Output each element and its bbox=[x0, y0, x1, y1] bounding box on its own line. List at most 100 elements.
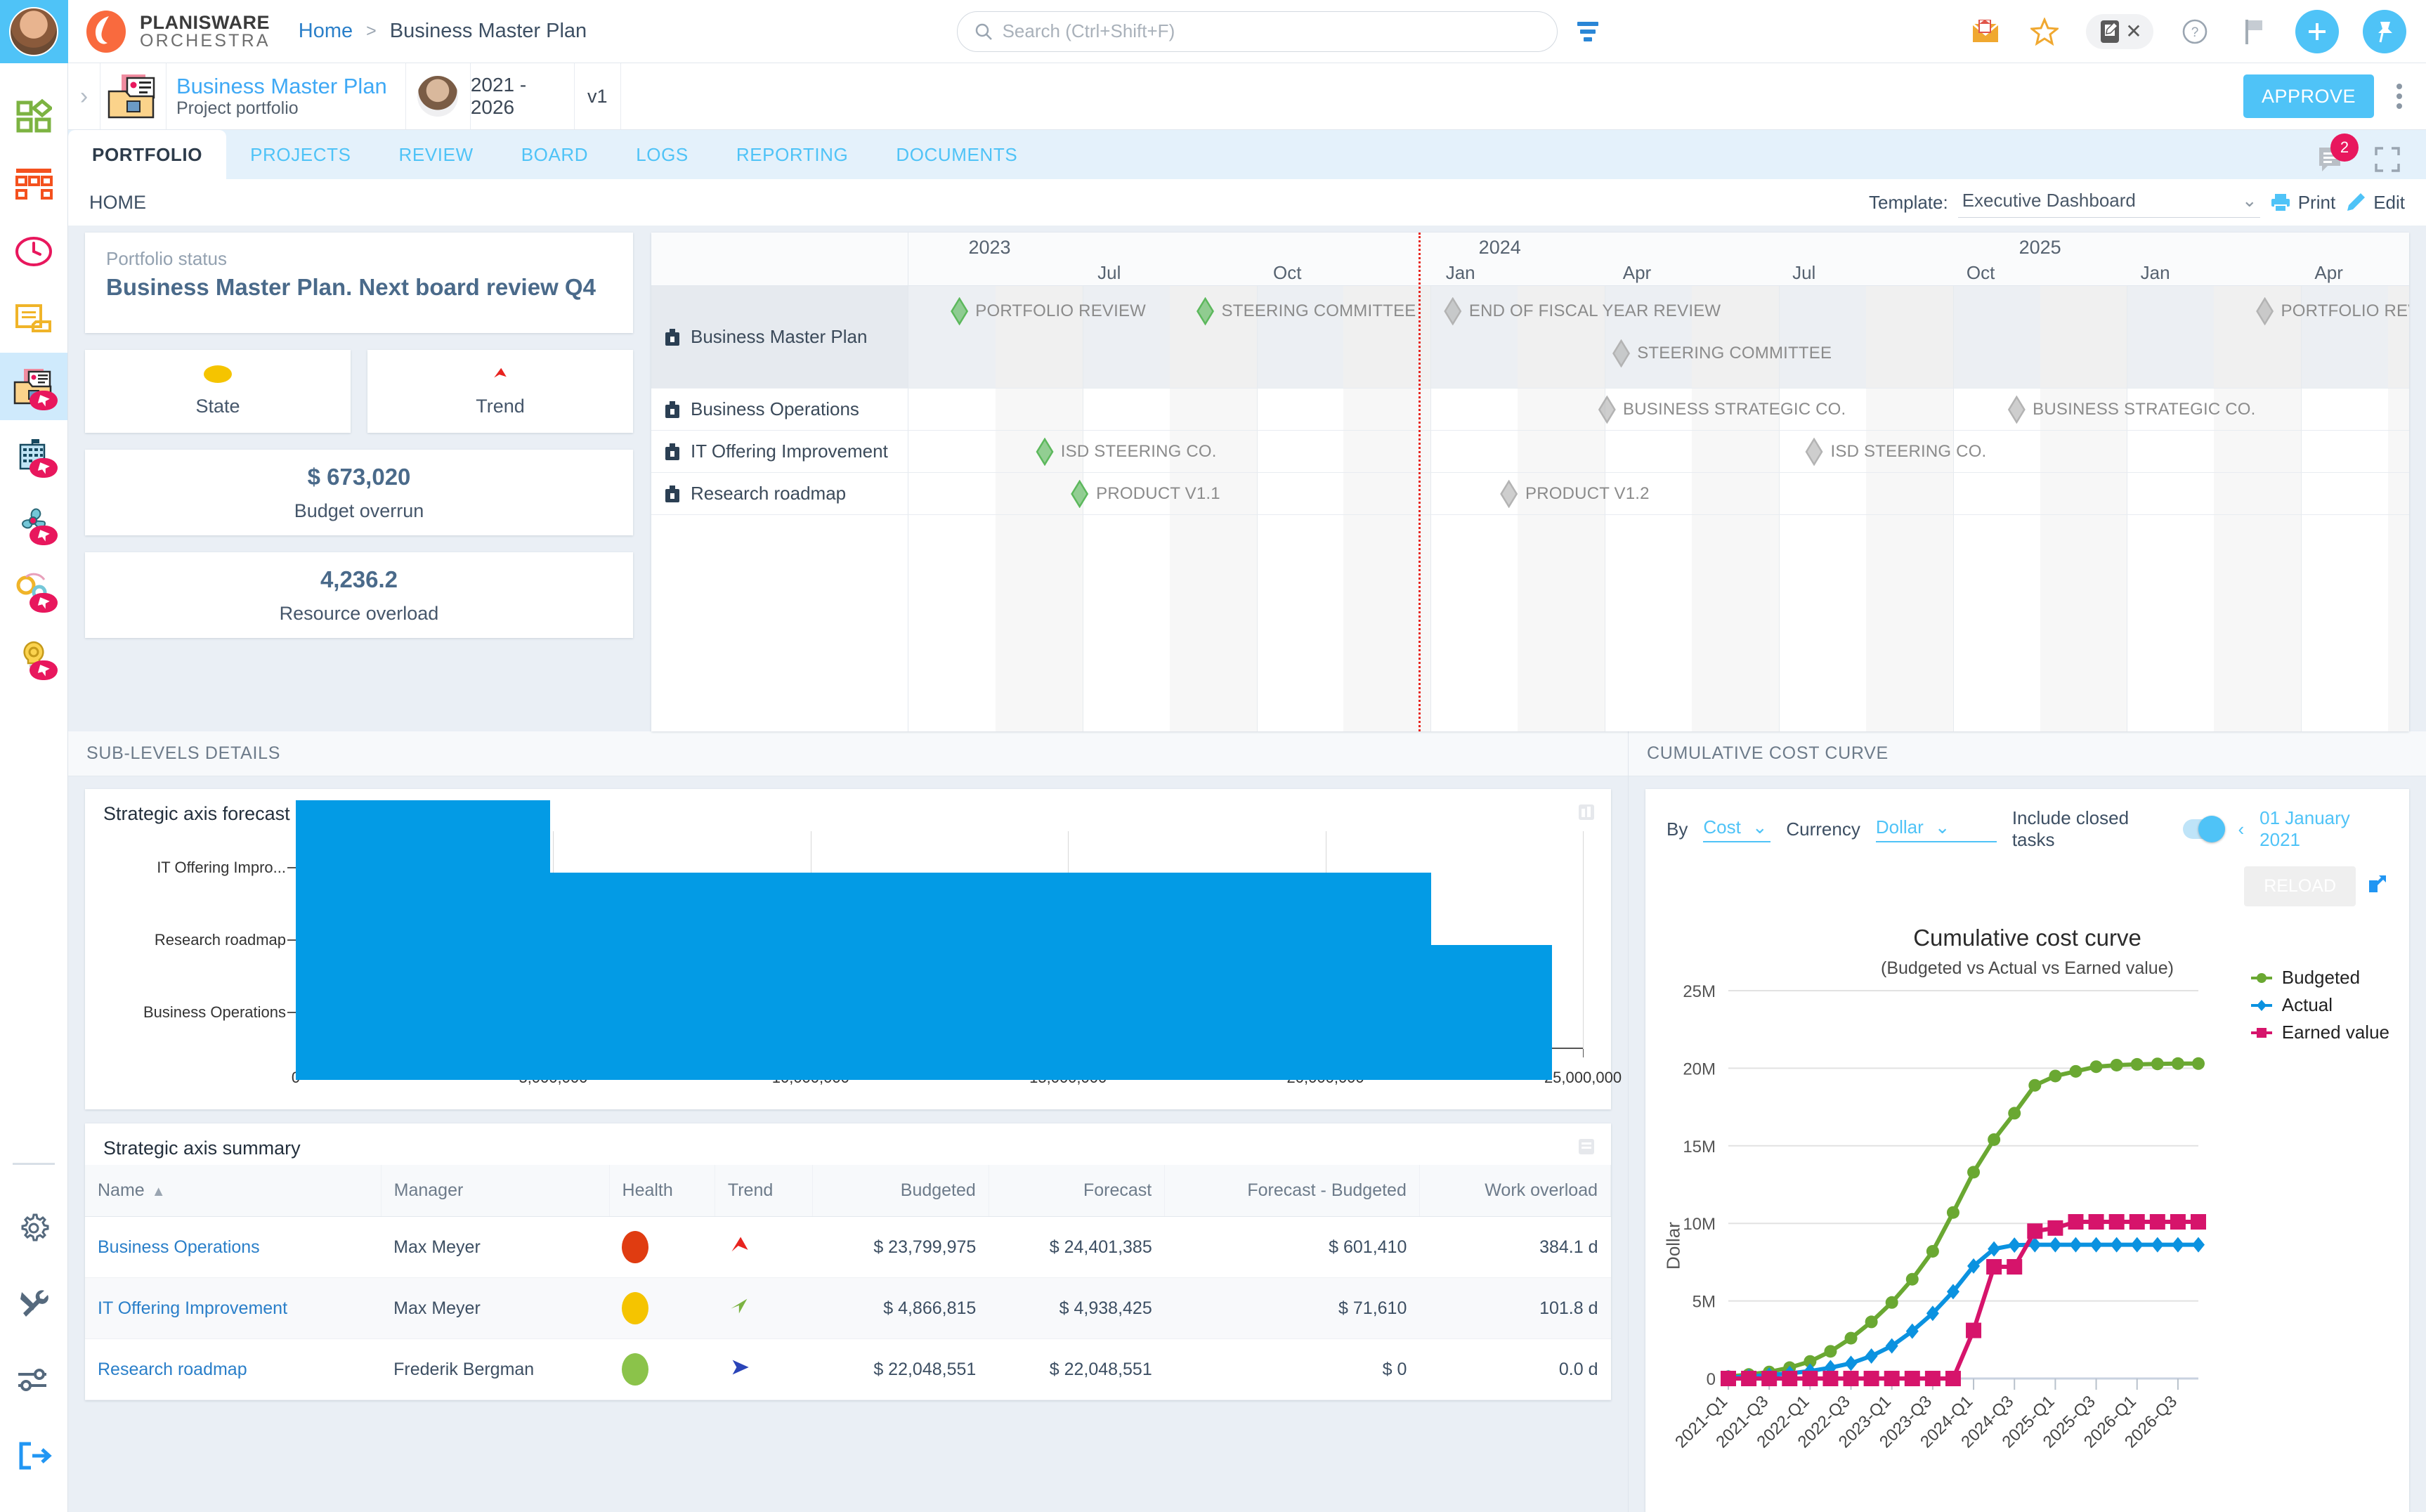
sidebar-item-dashboard[interactable] bbox=[0, 83, 67, 150]
gantt-milestone[interactable]: ISD STEERING CO. bbox=[1036, 437, 1217, 466]
table-header-trend[interactable]: Trend bbox=[715, 1165, 814, 1217]
prev-date-icon[interactable]: ‹ bbox=[2238, 819, 2244, 840]
tab-board[interactable]: BOARD bbox=[497, 130, 612, 179]
sidebar-item-innovation[interactable] bbox=[0, 623, 67, 690]
gantt-milestone-label: ISD STEERING CO. bbox=[1830, 441, 1987, 461]
cell-name[interactable]: Business Operations bbox=[85, 1216, 381, 1278]
sidebar-item-documents[interactable] bbox=[0, 285, 67, 353]
sidebar-item-preferences[interactable] bbox=[0, 1342, 67, 1418]
sidebar-item-processes[interactable] bbox=[0, 555, 67, 623]
chevron-down-icon: ⌄ bbox=[2241, 190, 2257, 211]
gantt-row[interactable]: Business Operations BUSINESS STRATEGIC CO… bbox=[651, 389, 2409, 431]
table-row[interactable]: IT Offering Improvement Max Meyer $ 4,866,… bbox=[85, 1277, 1611, 1339]
filter-icon[interactable] bbox=[1577, 21, 1598, 41]
gantt-milestone[interactable]: ISD STEERING CO. bbox=[1806, 437, 1987, 466]
gantt-timeline[interactable]: 202320242025JulOctJanAprJulOctJanAprJ Bu… bbox=[651, 233, 2409, 731]
sidebar-item-timesheet[interactable] bbox=[0, 218, 67, 285]
gantt-row[interactable]: IT Offering Improvement ISD STEERING CO. I… bbox=[651, 431, 2409, 473]
close-icon[interactable]: ✕ bbox=[2125, 20, 2141, 43]
table-row[interactable]: Business Operations Max Meyer $ 23,799,975… bbox=[85, 1216, 1611, 1278]
template-select[interactable]: Executive Dashboard ⌄ bbox=[1957, 187, 2260, 218]
brand-logo[interactable]: PLANISWARE ORCHESTRA bbox=[84, 9, 270, 54]
help-icon[interactable]: ? bbox=[2177, 14, 2212, 49]
flag-icon[interactable] bbox=[2236, 14, 2271, 49]
edit-mode-toggle[interactable]: ✕ bbox=[2086, 13, 2153, 49]
row-link[interactable]: Business Operations bbox=[98, 1237, 260, 1257]
add-button[interactable] bbox=[2295, 9, 2339, 53]
mail-icon[interactable] bbox=[1968, 14, 2003, 49]
reload-button[interactable]: RELOAD bbox=[2244, 866, 2356, 906]
cell-health bbox=[609, 1338, 715, 1400]
breadcrumb-home[interactable]: Home bbox=[299, 20, 353, 43]
sidebar-item-company[interactable] bbox=[0, 420, 67, 488]
table-header-forecast[interactable]: Forecast bbox=[989, 1165, 1166, 1217]
cost-data-point bbox=[2130, 1057, 2144, 1071]
user-avatar[interactable] bbox=[0, 0, 68, 63]
print-button[interactable]: Print bbox=[2270, 192, 2335, 214]
tab-portfolio[interactable]: PORTFOLIO bbox=[68, 130, 227, 179]
include-closed-tasks-toggle[interactable] bbox=[2182, 816, 2226, 842]
sidebar-item-operations[interactable] bbox=[0, 488, 67, 555]
gantt-milestone[interactable]: PRODUCT V1.2 bbox=[1500, 479, 1650, 508]
bar-chart-tick-label: 25,000,000 bbox=[1544, 1069, 1622, 1086]
sidebar-item-settings[interactable] bbox=[0, 1190, 67, 1266]
cell-name[interactable]: IT Offering Improvement bbox=[85, 1277, 381, 1339]
by-select[interactable]: Cost ⌄ bbox=[1703, 816, 1771, 842]
tab-reporting[interactable]: REPORTING bbox=[712, 130, 873, 179]
table-header-health[interactable]: Health bbox=[609, 1165, 715, 1217]
gantt-milestone[interactable]: PRODUCT V1.1 bbox=[1071, 479, 1220, 508]
gantt-milestone[interactable]: BUSINESS STRATEGIC CO. bbox=[1598, 395, 1846, 424]
gantt-milestone[interactable]: BUSINESS STRATEGIC CO. bbox=[2007, 395, 2255, 424]
sidebar-item-tools[interactable] bbox=[0, 1266, 67, 1342]
cost-data-point bbox=[1924, 1371, 1941, 1386]
sidebar-item-logout[interactable] bbox=[0, 1418, 67, 1494]
sidebar-item-portfolio[interactable] bbox=[0, 353, 67, 420]
table-options-icon[interactable] bbox=[1577, 1138, 1596, 1161]
cell-trend bbox=[715, 1216, 813, 1278]
project-version[interactable]: v1 bbox=[575, 63, 621, 129]
portfolio-status-label: Portfolio status bbox=[106, 248, 227, 269]
gantt-row[interactable]: Business Master Plan PORTFOLIO REVIEW STEE… bbox=[651, 286, 2409, 389]
cost-curve-date[interactable]: 01 January 2021 bbox=[2259, 807, 2388, 851]
export-icon[interactable] bbox=[2367, 873, 2388, 899]
gantt-milestone[interactable]: PORTFOLIO REVIEW bbox=[2256, 297, 2409, 325]
project-header: › Business Master Plan Project portfolio bbox=[68, 63, 2426, 130]
tab-projects[interactable]: PROJECTS bbox=[226, 130, 374, 179]
pin-button[interactable] bbox=[2363, 9, 2406, 53]
table-header-budgeted[interactable]: Budgeted bbox=[812, 1165, 989, 1217]
cell-name[interactable]: Research roadmap bbox=[85, 1338, 381, 1400]
gantt-milestone[interactable]: END OF FISCAL YEAR REVIEW bbox=[1444, 297, 1721, 325]
gantt-row[interactable]: Research roadmap PRODUCT V1.1 PRODUCT V1.2… bbox=[651, 473, 2409, 515]
table-header-name[interactable]: Name ▲ bbox=[85, 1165, 381, 1217]
table-header-work-overload[interactable]: Work overload bbox=[1419, 1165, 1612, 1217]
fullscreen-icon[interactable] bbox=[2374, 146, 2401, 178]
gantt-milestone[interactable]: PORTFOLIO REVIEW bbox=[950, 297, 1146, 325]
cost-data-point bbox=[1986, 1259, 2002, 1275]
table-header-forecast-budgeted[interactable]: Forecast - Budgeted bbox=[1164, 1165, 1420, 1217]
gantt-milestone[interactable]: STEERING COMMITTEE bbox=[1196, 297, 1416, 325]
tab-review[interactable]: REVIEW bbox=[375, 130, 497, 179]
notes-button[interactable]: 2 bbox=[2316, 133, 2359, 179]
project-subtitle: Project portfolio bbox=[176, 98, 299, 119]
expand-chevron-icon[interactable]: › bbox=[68, 63, 100, 129]
table-header-manager[interactable]: Manager bbox=[381, 1165, 610, 1217]
chart-options-icon[interactable] bbox=[1577, 803, 1596, 826]
table-row[interactable]: Research roadmap Frederik Bergman $ 22,048… bbox=[85, 1338, 1611, 1400]
favorite-star-icon[interactable] bbox=[2027, 14, 2062, 49]
approve-button[interactable]: APPROVE bbox=[2243, 74, 2374, 118]
more-options-icon[interactable] bbox=[2392, 84, 2406, 109]
row-link[interactable]: IT Offering Improvement bbox=[98, 1298, 287, 1318]
project-title-block[interactable]: Business Master Plan Project portfolio bbox=[167, 63, 406, 129]
project-date-range[interactable]: 2021 - 2026 bbox=[471, 63, 575, 129]
bar-chart-bar[interactable] bbox=[296, 945, 1553, 1081]
search-input[interactable]: Search (Ctrl+Shift+F) bbox=[956, 11, 1558, 52]
sidebar-item-structure[interactable] bbox=[0, 150, 67, 218]
tab-logs[interactable]: LOGS bbox=[612, 130, 712, 179]
edit-button[interactable]: Edit bbox=[2345, 192, 2405, 214]
currency-select[interactable]: Dollar ⌄ bbox=[1875, 816, 1997, 842]
cost-y-tick-label: 15M bbox=[1683, 1138, 1716, 1156]
gantt-milestone[interactable]: STEERING COMMITTEE bbox=[1612, 339, 1832, 367]
tab-documents[interactable]: DOCUMENTS bbox=[872, 130, 1041, 179]
project-manager-avatar[interactable] bbox=[406, 63, 471, 129]
row-link[interactable]: Research roadmap bbox=[98, 1360, 247, 1379]
